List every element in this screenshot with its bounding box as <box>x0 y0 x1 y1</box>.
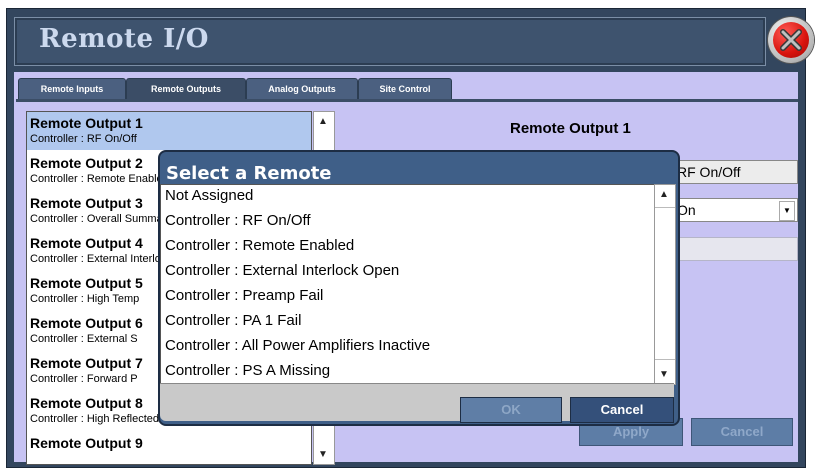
tab-underline <box>16 99 798 102</box>
remote-option[interactable]: Controller : External Interlock Open <box>165 262 399 279</box>
tab-analog-outputs[interactable]: Analog Outputs <box>246 78 358 100</box>
arrow-down-icon[interactable]: ▼ <box>318 449 328 460</box>
remote-option[interactable]: Controller : PA 1 Fail <box>165 312 301 329</box>
remote-field[interactable]: RF On/Off <box>670 160 798 184</box>
window-title: Remote I/O <box>39 24 209 54</box>
detail-title: Remote Output 1 <box>510 120 631 137</box>
remote-option[interactable]: Not Assigned <box>165 187 253 204</box>
list-item[interactable]: Remote Output 1 Controller : RF On/Off <box>27 112 311 150</box>
list-item[interactable]: Remote Output 9 <box>27 432 311 470</box>
list-item-title: Remote Output 7 <box>30 355 143 371</box>
list-item-title: Remote Output 3 <box>30 195 143 211</box>
list-item-title: Remote Output 2 <box>30 155 143 171</box>
list-item-title: Remote Output 1 <box>30 115 143 131</box>
chevron-down-icon[interactable]: ▼ <box>779 201 795 221</box>
ok-button[interactable]: OK <box>460 397 562 423</box>
remote-option[interactable]: Controller : Remote Enabled <box>165 237 354 254</box>
list-item-subtitle: Controller : Forward P <box>30 373 138 385</box>
list-item-subtitle: Controller : High Temp <box>30 293 140 305</box>
list-item-title: Remote Output 5 <box>30 275 143 291</box>
list-item-title: Remote Output 4 <box>30 235 143 251</box>
scrollbar-divider <box>655 359 675 360</box>
dialog-scrollbar[interactable]: ▲ ▼ <box>654 184 676 385</box>
arrow-up-icon[interactable]: ▲ <box>659 189 669 200</box>
dialog-cancel-button[interactable]: Cancel <box>570 397 674 423</box>
list-item-title: Remote Output 8 <box>30 395 143 411</box>
remote-field-value: RF On/Off <box>677 164 741 180</box>
remote-options-list[interactable]: Not Assigned Controller : RF On/Off Cont… <box>160 184 656 385</box>
dialog-title: Select a Remote <box>166 163 332 184</box>
mode-select[interactable]: On ▼ <box>670 198 798 222</box>
list-item-title: Remote Output 6 <box>30 315 143 331</box>
title-bar: Remote I/O <box>14 17 766 66</box>
list-item-subtitle: Controller : Overall Summary <box>30 213 172 225</box>
cancel-button[interactable]: Cancel <box>691 418 793 446</box>
list-item-title: Remote Output 9 <box>30 435 143 451</box>
close-button[interactable] <box>768 17 814 63</box>
arrow-up-icon[interactable]: ▲ <box>318 116 328 127</box>
list-item-subtitle: Controller : External Interlock <box>30 253 172 265</box>
list-item-subtitle: Controller : External S <box>30 333 138 345</box>
tab-remote-inputs[interactable]: Remote Inputs <box>18 78 126 100</box>
readonly-field <box>670 237 798 261</box>
scrollbar-divider <box>655 207 675 208</box>
list-item-subtitle: Controller : Remote Enabled <box>30 173 169 185</box>
remote-option[interactable]: Controller : Preamp Fail <box>165 287 323 304</box>
remote-option[interactable]: Controller : PS A Missing <box>165 362 330 379</box>
remote-option[interactable]: Controller : All Power Amplifiers Inacti… <box>165 337 430 354</box>
arrow-down-icon[interactable]: ▼ <box>659 369 669 380</box>
list-item-subtitle: Controller : RF On/Off <box>30 133 137 145</box>
remote-option[interactable]: Controller : RF On/Off <box>165 212 311 229</box>
tab-site-control[interactable]: Site Control <box>358 78 452 100</box>
